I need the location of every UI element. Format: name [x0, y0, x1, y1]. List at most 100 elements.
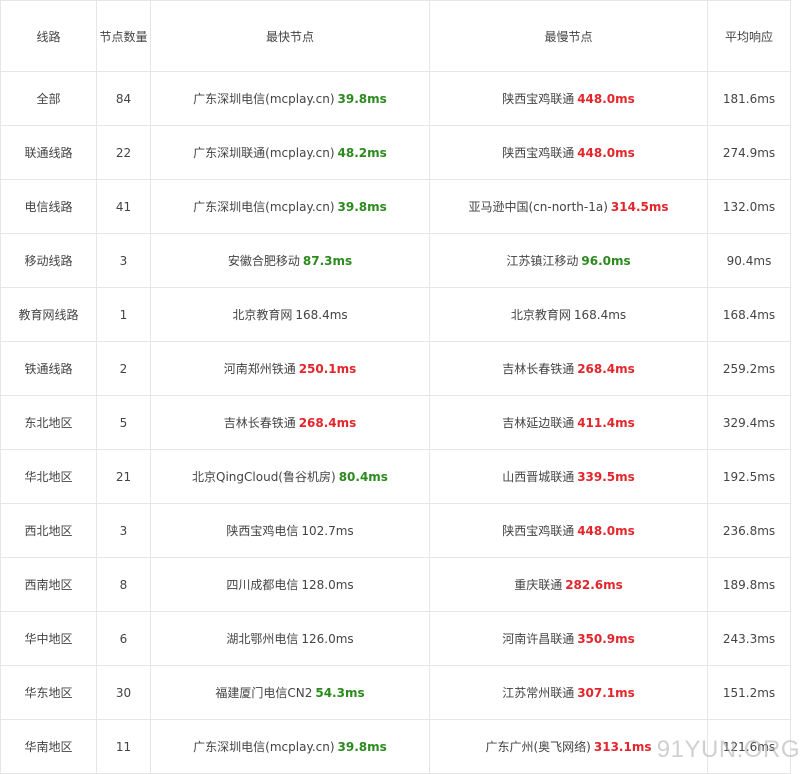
slowest-node-name: 广东广州(奥飞网络): [485, 740, 591, 754]
table-row: 华东地区 30 福建厦门电信CN2 54.3ms 江苏常州联通 307.1ms 151.2m…: [0, 665, 791, 720]
header-line: 线路: [0, 0, 97, 72]
cell-fastest-node: 广东深圳联通(mcplay.cn) 48.2ms: [150, 125, 430, 180]
fastest-node-name: 广东深圳电信(mcplay.cn): [193, 92, 335, 106]
fastest-node-latency: 126.0ms: [301, 632, 354, 646]
cell-node-count: 6: [96, 611, 151, 666]
slowest-node-name: 陕西宝鸡联通: [502, 524, 575, 538]
cell-average-response: 243.3ms: [707, 611, 791, 666]
cell-node-count: 21: [96, 449, 151, 504]
table-row: 西南地区 8 四川成都电信 128.0ms 重庆联通 282.6ms 189.8ms: [0, 557, 791, 612]
cell-line: 全部: [0, 71, 97, 126]
fastest-node-latency: 250.1ms: [298, 362, 357, 376]
cell-node-count: 1: [96, 287, 151, 342]
cell-slowest-node: 江苏镇江移动 96.0ms: [429, 233, 708, 288]
cell-node-count: 11: [96, 719, 151, 774]
slowest-node-name: 陕西宝鸡联通: [502, 92, 575, 106]
cell-slowest-node: 吉林长春铁通 268.4ms: [429, 341, 708, 396]
table-row: 教育网线路 1 北京教育网 168.4ms 北京教育网 168.4ms 168.4ms: [0, 287, 791, 342]
slowest-node-latency: 282.6ms: [565, 578, 623, 592]
table-row: 铁通线路 2 河南郑州铁通 250.1ms 吉林长春铁通 268.4ms 259.2ms: [0, 341, 791, 396]
cell-average-response: 329.4ms: [707, 395, 791, 450]
cell-average-response: 151.2ms: [707, 665, 791, 720]
fastest-node-name: 广东深圳联通(mcplay.cn): [193, 146, 335, 160]
cell-fastest-node: 北京教育网 168.4ms: [150, 287, 430, 342]
cell-average-response: 192.5ms: [707, 449, 791, 504]
fastest-node-name: 吉林长春铁通: [223, 416, 296, 430]
cell-slowest-node: 陕西宝鸡联通 448.0ms: [429, 71, 708, 126]
cell-line: 联通线路: [0, 125, 97, 180]
cell-line: 铁通线路: [0, 341, 97, 396]
cell-fastest-node: 福建厦门电信CN2 54.3ms: [150, 665, 430, 720]
fastest-node-latency: 80.4ms: [338, 470, 388, 484]
slowest-node-name: 河南许昌联通: [502, 632, 575, 646]
cell-fastest-node: 吉林长春铁通 268.4ms: [150, 395, 430, 450]
fastest-node-latency: 39.8ms: [337, 740, 387, 754]
cell-node-count: 30: [96, 665, 151, 720]
fastest-node-name: 四川成都电信: [226, 578, 299, 592]
cell-average-response: 181.6ms: [707, 71, 791, 126]
cell-fastest-node: 广东深圳电信(mcplay.cn) 39.8ms: [150, 719, 430, 774]
cell-slowest-node: 亚马逊中国(cn-north-1a) 314.5ms: [429, 179, 708, 234]
fastest-node-latency: 48.2ms: [337, 146, 387, 160]
slowest-node-name: 吉林长春铁通: [502, 362, 575, 376]
slowest-node-name: 陕西宝鸡联通: [502, 146, 575, 160]
header-fastest-node: 最快节点: [150, 0, 430, 72]
cell-node-count: 3: [96, 503, 151, 558]
cell-line: 移动线路: [0, 233, 97, 288]
slowest-node-latency: 339.5ms: [577, 470, 635, 484]
cell-average-response: 259.2ms: [707, 341, 791, 396]
fastest-node-name: 河南郑州铁通: [223, 362, 296, 376]
cell-fastest-node: 广东深圳电信(mcplay.cn) 39.8ms: [150, 71, 430, 126]
slowest-node-name: 江苏镇江移动: [506, 254, 579, 268]
table-row: 东北地区 5 吉林长春铁通 268.4ms 吉林延边联通 411.4ms 329.4ms: [0, 395, 791, 450]
slowest-node-name: 山西晋城联通: [502, 470, 575, 484]
fastest-node-latency: 102.7ms: [301, 524, 354, 538]
header-node-count: 节点数量: [96, 0, 151, 72]
cell-line: 教育网线路: [0, 287, 97, 342]
cell-line: 西南地区: [0, 557, 97, 612]
slowest-node-name: 重庆联通: [514, 578, 563, 592]
cell-fastest-node: 广东深圳电信(mcplay.cn) 39.8ms: [150, 179, 430, 234]
cell-line: 电信线路: [0, 179, 97, 234]
table-header-row: 线路 节点数量 最快节点 最慢节点 平均响应: [0, 0, 791, 72]
cell-fastest-node: 北京QingCloud(鲁谷机房) 80.4ms: [150, 449, 430, 504]
table-body: 全部 84 广东深圳电信(mcplay.cn) 39.8ms 陕西宝鸡联通 448.0ms…: [0, 71, 791, 774]
fastest-node-name: 广东深圳电信(mcplay.cn): [193, 200, 335, 214]
fastest-node-latency: 87.3ms: [302, 254, 353, 268]
cell-node-count: 3: [96, 233, 151, 288]
cell-line: 华南地区: [0, 719, 97, 774]
cell-slowest-node: 陕西宝鸡联通 448.0ms: [429, 503, 708, 558]
slowest-node-latency: 268.4ms: [577, 362, 635, 376]
fastest-node-name: 广东深圳电信(mcplay.cn): [193, 740, 335, 754]
fastest-node-latency: 268.4ms: [298, 416, 357, 430]
slowest-node-latency: 313.1ms: [593, 740, 652, 754]
cell-average-response: 168.4ms: [707, 287, 791, 342]
table-row: 华中地区 6 湖北鄂州电信 126.0ms 河南许昌联通 350.9ms 243.3ms: [0, 611, 791, 666]
cell-node-count: 84: [96, 71, 151, 126]
cell-fastest-node: 安徽合肥移动 87.3ms: [150, 233, 430, 288]
slowest-node-latency: 96.0ms: [581, 254, 631, 268]
slowest-node-name: 江苏常州联通: [502, 686, 575, 700]
cell-slowest-node: 重庆联通 282.6ms: [429, 557, 708, 612]
cell-node-count: 41: [96, 179, 151, 234]
fastest-node-latency: 128.0ms: [301, 578, 354, 592]
fastest-node-name: 湖北鄂州电信: [226, 632, 299, 646]
table-row: 华北地区 21 北京QingCloud(鲁谷机房) 80.4ms 山西晋城联通 339.5…: [0, 449, 791, 504]
fastest-node-latency: 39.8ms: [337, 92, 387, 106]
cell-line: 华中地区: [0, 611, 97, 666]
fastest-node-latency: 39.8ms: [337, 200, 387, 214]
fastest-node-latency: 54.3ms: [315, 686, 365, 700]
cell-node-count: 8: [96, 557, 151, 612]
cell-node-count: 22: [96, 125, 151, 180]
slowest-node-latency: 350.9ms: [577, 632, 635, 646]
cell-average-response: 274.9ms: [707, 125, 791, 180]
cell-average-response: 90.4ms: [707, 233, 791, 288]
cell-slowest-node: 山西晋城联通 339.5ms: [429, 449, 708, 504]
cell-line: 华北地区: [0, 449, 97, 504]
cell-fastest-node: 陕西宝鸡电信 102.7ms: [150, 503, 430, 558]
watermark-text: 91YUN.ORG: [656, 736, 800, 763]
table-row: 全部 84 广东深圳电信(mcplay.cn) 39.8ms 陕西宝鸡联通 448.0ms…: [0, 71, 791, 126]
cell-line: 西北地区: [0, 503, 97, 558]
fastest-node-latency: 168.4ms: [295, 308, 348, 322]
slowest-node-latency: 448.0ms: [577, 92, 635, 106]
